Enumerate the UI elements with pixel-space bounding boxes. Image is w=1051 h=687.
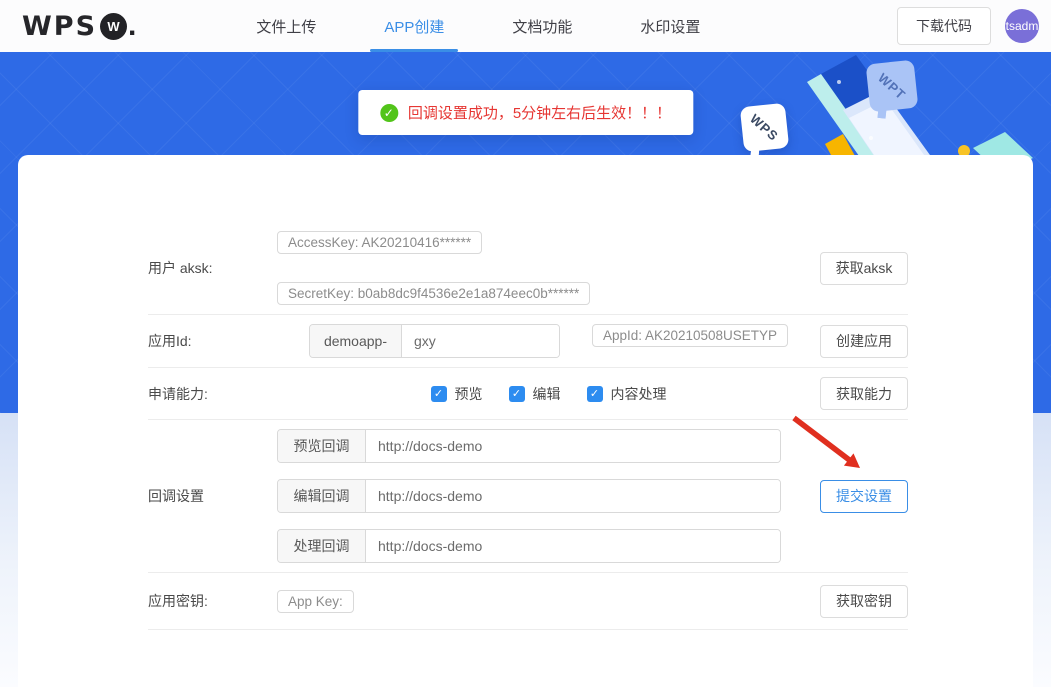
app-id-prefix: demoapp-	[310, 325, 402, 357]
nav-item-doc-features[interactable]: 文档功能	[510, 10, 574, 43]
main-nav: 文件上传 APP创建 文档功能 水印设置	[254, 10, 702, 43]
app-id-input-group: demoapp-	[309, 324, 560, 358]
app-id-display: AppId: AK20210508USETYP	[592, 324, 788, 347]
secret-key-display: SecretKey: b0ab8dc9f4536e2e1a874eec0b***…	[277, 282, 590, 305]
edit-callback-group: 编辑回调	[277, 479, 781, 513]
success-toast: ✓ 回调设置成功，5分钟左右后生效！！！	[358, 90, 693, 135]
checkbox-checked-icon: ✓	[431, 386, 447, 402]
row-callback-settings: 回调设置 预览回调 编辑回调 处理回调 提交设置	[148, 420, 908, 573]
process-callback-input[interactable]	[366, 530, 780, 562]
row-app-id: 应用Id: demoapp- AppId: AK20210508USETYP 创…	[148, 315, 908, 368]
checkbox-content-process[interactable]: ✓ 内容处理	[587, 384, 667, 404]
create-app-button[interactable]: 创建应用	[820, 325, 908, 358]
wpt-speech-bubble-icon: WPT	[866, 60, 919, 113]
checkbox-checked-icon: ✓	[509, 386, 525, 402]
page: WPS W . 文件上传 APP创建 文档功能 水印设置 下载代码 tsadm	[0, 0, 1051, 687]
app-settings-card: 用户 aksk: AccessKey: AK20210416****** Sec…	[18, 155, 1033, 687]
get-app-key-button[interactable]: 获取密钥	[820, 585, 908, 618]
checkbox-preview[interactable]: ✓ 预览	[431, 384, 483, 404]
edit-callback-input[interactable]	[366, 480, 780, 512]
checkbox-edit[interactable]: ✓ 编辑	[509, 384, 561, 404]
nav-item-watermark[interactable]: 水印设置	[638, 10, 702, 43]
download-code-button[interactable]: 下载代码	[897, 7, 991, 45]
app-id-input[interactable]	[402, 325, 559, 357]
nav-item-file-upload[interactable]: 文件上传	[254, 10, 318, 43]
wps-speech-bubble-icon: WPS	[740, 103, 789, 152]
preview-callback-group: 预览回调	[277, 429, 781, 463]
get-ability-button[interactable]: 获取能力	[820, 377, 908, 410]
nav-item-app-create[interactable]: APP创建	[382, 10, 446, 43]
user-avatar[interactable]: tsadm	[1005, 9, 1039, 43]
row-app-key: 应用密钥: App Key: 获取密钥	[148, 573, 908, 630]
check-circle-icon: ✓	[380, 104, 398, 122]
preview-callback-addon: 预览回调	[278, 430, 366, 462]
row-user-aksk: 用户 aksk: AccessKey: AK20210416****** Sec…	[148, 222, 908, 315]
app-key-label: 应用密钥:	[148, 591, 277, 611]
abilities-label: 申请能力:	[148, 384, 277, 404]
row-abilities: 申请能力: ✓ 预览 ✓ 编辑 ✓ 内容处理 获取能力	[148, 368, 908, 420]
process-callback-group: 处理回调	[277, 529, 781, 563]
app-key-display: App Key:	[277, 590, 354, 613]
wps-logo[interactable]: WPS W .	[22, 11, 136, 42]
wps-logo-text: WPS	[22, 11, 97, 42]
toast-message: 回调设置成功，5分钟左右后生效！！！	[408, 102, 671, 123]
get-aksk-button[interactable]: 获取aksk	[820, 252, 908, 285]
submit-settings-button[interactable]: 提交设置	[820, 480, 908, 513]
app-settings-form: 用户 aksk: AccessKey: AK20210416****** Sec…	[18, 155, 1033, 660]
callback-settings-label: 回调设置	[148, 486, 277, 506]
user-aksk-label: 用户 aksk:	[148, 258, 277, 278]
checkbox-checked-icon: ✓	[587, 386, 603, 402]
process-callback-addon: 处理回调	[278, 530, 366, 562]
wps-logo-badge-icon: W	[100, 13, 127, 40]
navbar-right: 下载代码 tsadm	[897, 7, 1039, 45]
edit-callback-addon: 编辑回调	[278, 480, 366, 512]
app-id-label: 应用Id:	[148, 331, 277, 351]
wps-logo-dot: .	[128, 21, 136, 31]
top-navbar: WPS W . 文件上传 APP创建 文档功能 水印设置 下载代码 tsadm	[0, 0, 1051, 52]
access-key-display: AccessKey: AK20210416******	[277, 231, 482, 254]
preview-callback-input[interactable]	[366, 430, 780, 462]
